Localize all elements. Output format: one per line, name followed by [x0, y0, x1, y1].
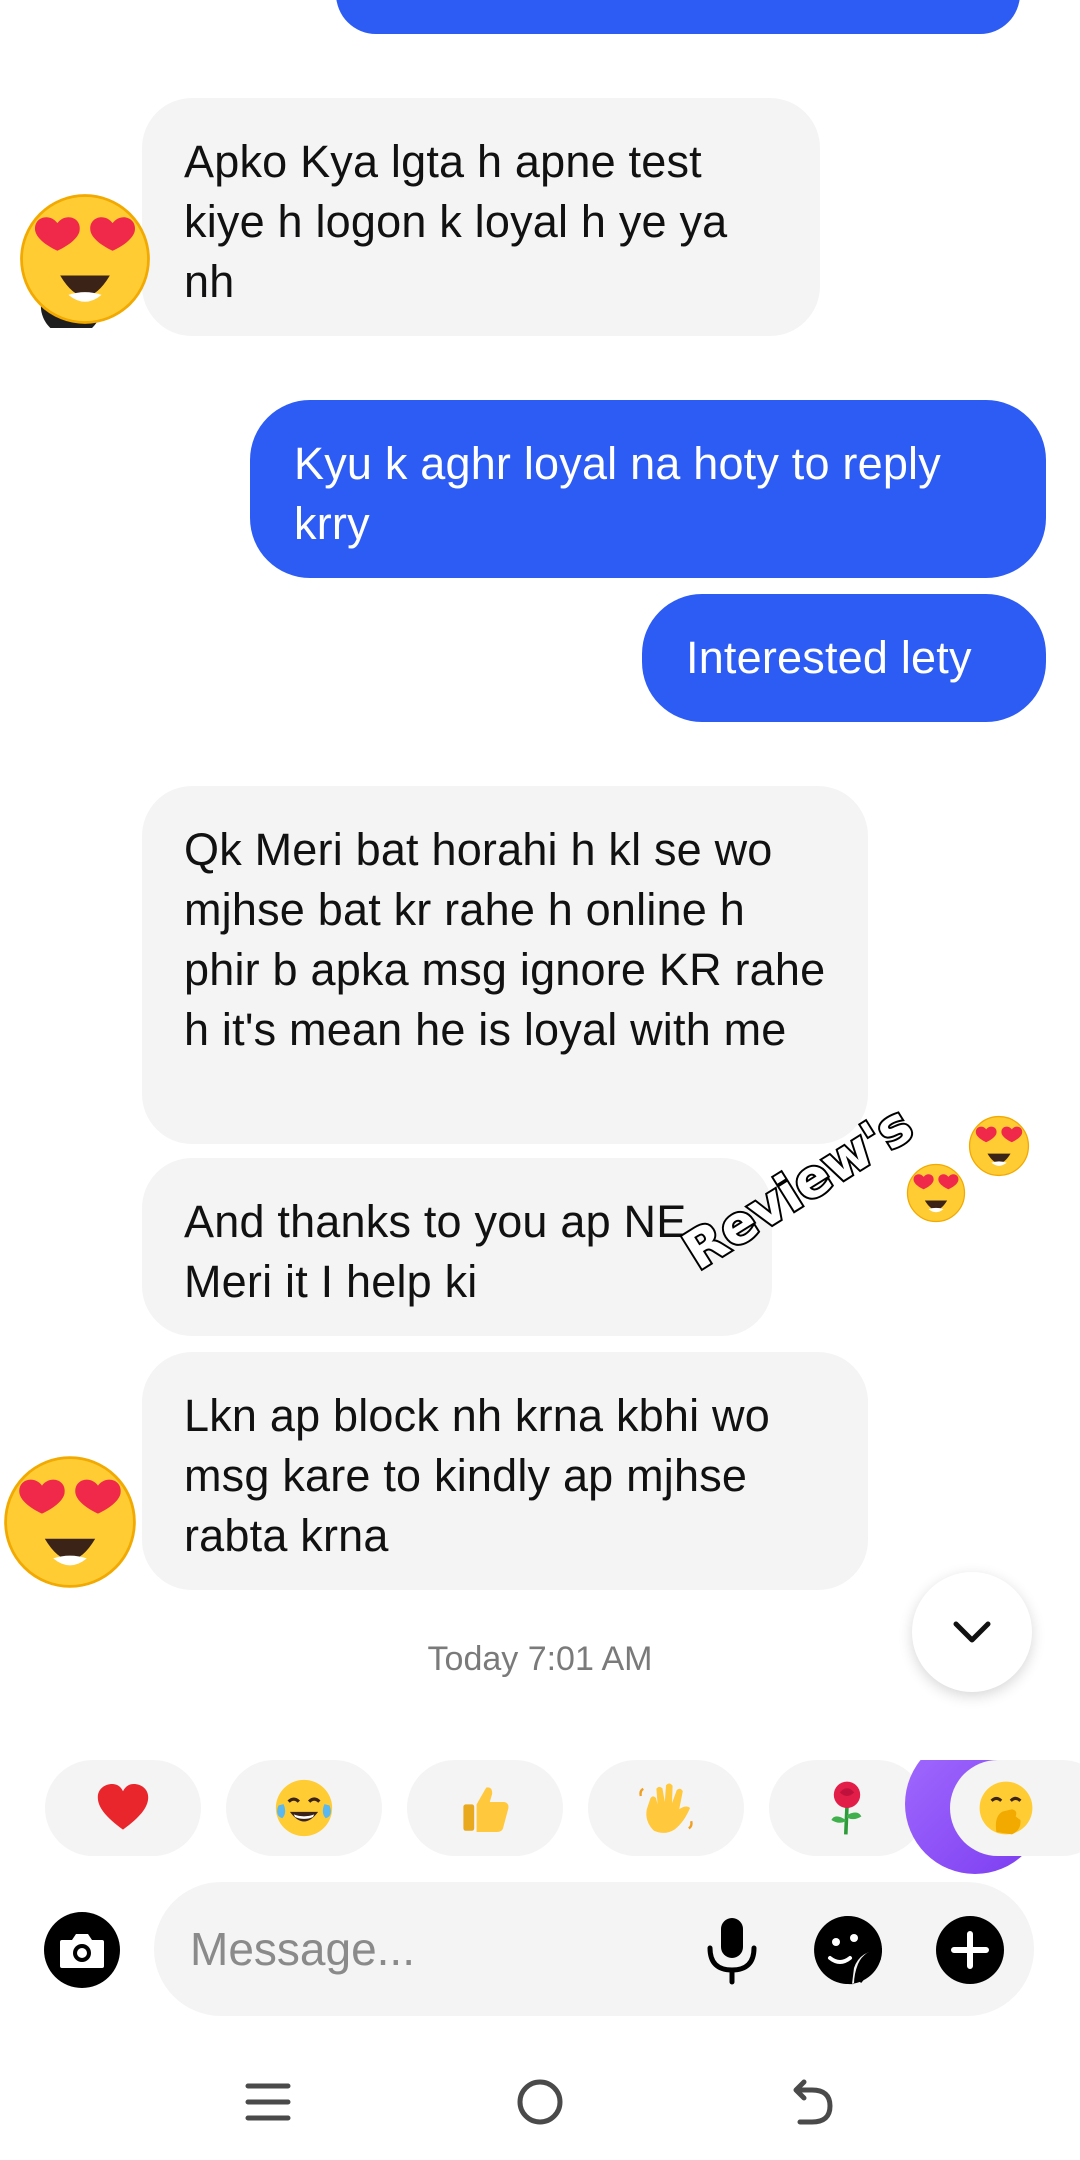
quick-reaction-tears-of-joy[interactable] — [226, 1760, 382, 1856]
sender-avatar-heart-eyes-icon[interactable] — [16, 190, 154, 328]
plus-icon[interactable] — [932, 1912, 1008, 1988]
message-input-placeholder: Message... — [190, 1923, 415, 1975]
rose-icon — [831, 1781, 862, 1835]
quick-reaction-thumbs-up[interactable] — [407, 1760, 563, 1856]
waving-hand-icon — [639, 1783, 693, 1833]
message-text: Lkn ap block nh krna kbhi wo msg kare to… — [184, 1390, 770, 1561]
message-composer: Message... — [0, 1882, 1080, 2016]
message-text: Apko Kya lgta h apne test kiye h logon k… — [184, 136, 728, 307]
message-text: And thanks to you ap NE Meri it I help k… — [184, 1196, 687, 1307]
incoming-message[interactable]: Lkn ap block nh krna kbhi wo msg kare to… — [142, 1352, 868, 1590]
thumbs-up-icon — [463, 1787, 509, 1832]
outgoing-message[interactable]: Interested lety — [642, 594, 1046, 722]
message-text: Qk Meri bat horahi h kl se wo mjhse bat … — [184, 824, 826, 1055]
previous-outgoing-bubble[interactable] — [336, 0, 1020, 34]
message-input[interactable]: Message... — [154, 1882, 1034, 2016]
quick-reaction-bar — [0, 1760, 1080, 1900]
outgoing-message[interactable]: Kyu k aghr loyal na hoty to reply krry — [250, 400, 1046, 578]
quick-reaction-rose[interactable] — [769, 1760, 925, 1856]
menu-icon[interactable] — [238, 2072, 298, 2132]
tears-of-joy-icon — [275, 1779, 333, 1837]
home-icon[interactable] — [510, 2072, 570, 2132]
message-text: Interested lety — [686, 632, 972, 683]
quick-reaction-waving-hand[interactable] — [588, 1760, 744, 1856]
incoming-message[interactable]: Apko Kya lgta h apne test kiye h logon k… — [142, 98, 820, 336]
camera-icon[interactable] — [44, 1912, 120, 1988]
sender-avatar-heart-eyes-icon[interactable] — [0, 1452, 140, 1592]
microphone-icon[interactable] — [694, 1912, 770, 1988]
message-text: Kyu k aghr loyal na hoty to reply krry — [294, 438, 941, 549]
message-timestamp: Today 7:01 AM — [427, 1640, 653, 1678]
quick-reaction-heart[interactable] — [45, 1760, 201, 1856]
sticker-icon[interactable] — [810, 1912, 886, 1988]
hand-over-mouth-icon — [979, 1781, 1033, 1835]
incoming-message[interactable]: And thanks to you ap NE Meri it I help k… — [142, 1158, 772, 1336]
incoming-message[interactable]: Qk Meri bat horahi h kl se wo mjhse bat … — [142, 786, 868, 1144]
back-icon[interactable] — [782, 2072, 842, 2132]
heart-eyes-sticker-icon — [906, 1115, 1030, 1223]
quick-reaction-hand-over-mouth[interactable] — [950, 1760, 1080, 1856]
heart-icon — [97, 1784, 149, 1830]
system-navigation-bar — [0, 2050, 1080, 2160]
chat-screen: Apko Kya lgta h apne test kiye h logon k… — [0, 0, 1080, 2160]
